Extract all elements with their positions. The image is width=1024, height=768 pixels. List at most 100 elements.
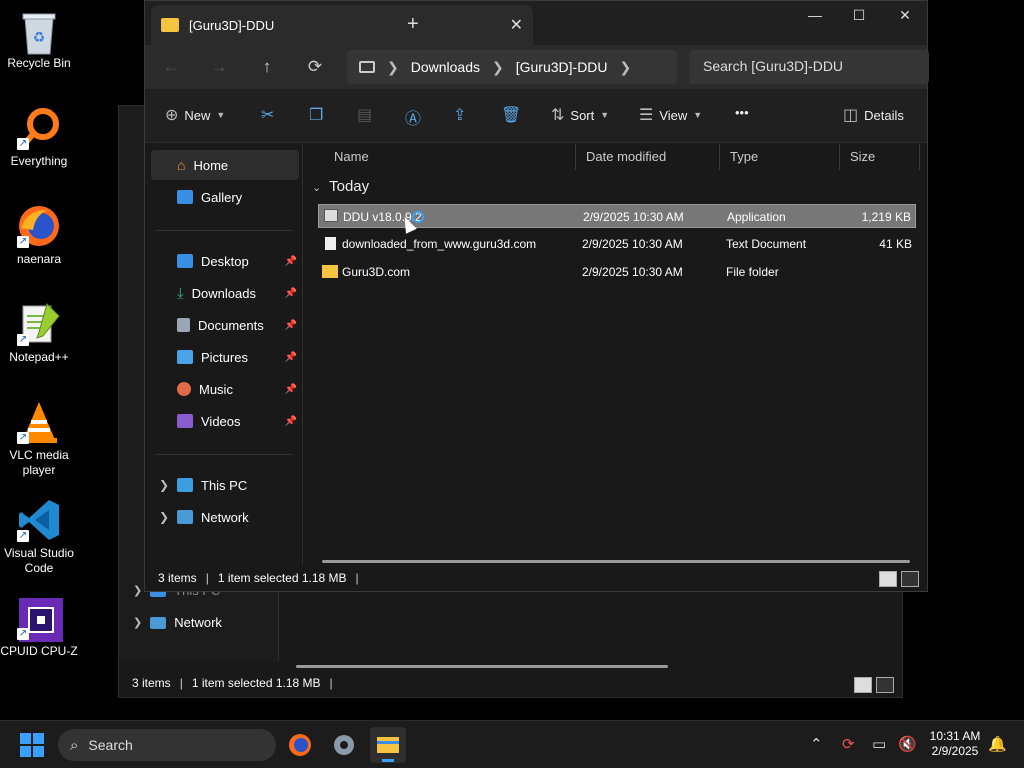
copy-button[interactable]: ❐: [309, 105, 323, 125]
share-button[interactable]: ⇪: [453, 105, 466, 125]
sidebar-item-downloads[interactable]: ⤓ Downloads 📌: [151, 278, 299, 308]
more-options-button[interactable]: •••: [735, 105, 749, 120]
cut-button[interactable]: ✂: [261, 105, 274, 125]
monitor-icon: [359, 61, 375, 73]
breadcrumb-expand-icon[interactable]: ❯: [620, 59, 632, 76]
file-list[interactable]: Name Date modified Type Size ⌄ Today DDU…: [304, 144, 927, 566]
group-header-today[interactable]: ⌄ Today: [312, 178, 369, 195]
title-bar: [Guru3D]-DDU ✕ + — ☐ ✕: [145, 1, 927, 45]
background-status-bar: 3 items | 1 item selected 1.18 MB |: [119, 669, 902, 697]
up-button[interactable]: ↑: [255, 57, 279, 77]
sync-alert-icon[interactable]: ⟳: [842, 735, 855, 753]
volume-muted-icon[interactable]: 🔇: [898, 735, 917, 753]
desktop-icon-notepad-plus-plus[interactable]: ↗ Notepad++: [0, 302, 78, 365]
shortcut-arrow-icon: ↗: [17, 530, 29, 542]
sidebar-item-gallery[interactable]: Gallery: [151, 182, 299, 212]
sort-button[interactable]: ⇅ Sort ▼: [551, 105, 609, 125]
sidebar-item-home[interactable]: ⌂ Home: [151, 150, 299, 180]
network-status-icon[interactable]: ▭: [872, 735, 886, 753]
desktop-icon-vlc[interactable]: ↗ VLC media player: [0, 400, 78, 478]
command-bar: ⊕ New ▼ ✂ ❐ ▤ Ⓐ ⇪ 🗑 ⇅ Sort ▼ ☰ View ▼ ••…: [145, 89, 927, 143]
music-icon: [177, 382, 191, 396]
sidebar-item-documents[interactable]: Documents 📌: [151, 310, 299, 340]
horizontal-scrollbar[interactable]: [322, 560, 910, 563]
sidebar-item-music[interactable]: Music 📌: [151, 374, 299, 404]
clipboard-icon: ▤: [357, 107, 373, 124]
taskbar-search-box[interactable]: ⌕ Search: [58, 729, 276, 761]
sidebar-item-pictures[interactable]: Pictures 📌: [151, 342, 299, 372]
folder-icon: [161, 18, 179, 32]
desktop-icon-everything[interactable]: ↗ Everything: [0, 106, 78, 169]
desktop-icon-naenara[interactable]: ↗ naenara: [0, 204, 78, 267]
background-horizontal-scrollbar[interactable]: [296, 665, 668, 668]
pin-icon: 📌: [284, 319, 297, 331]
shortcut-arrow-icon: ↗: [17, 138, 29, 150]
sidebar-item-videos[interactable]: Videos 📌: [151, 406, 299, 436]
rename-button[interactable]: Ⓐ: [405, 105, 421, 129]
desktop-icon: [177, 254, 193, 268]
desktop-icon-vscode[interactable]: ↗ Visual Studio Code: [0, 498, 78, 576]
vscode-icon: ↗: [17, 498, 61, 542]
taskbar-file-explorer[interactable]: [370, 727, 406, 763]
column-header-name[interactable]: Name: [324, 144, 576, 170]
sidebar-item-this-pc[interactable]: ❯ This PC: [151, 470, 299, 500]
documents-icon: [177, 318, 190, 332]
network-icon: [177, 510, 193, 524]
breadcrumb-guru3d-ddu[interactable]: [Guru3D]-DDU: [516, 59, 608, 75]
file-explorer-icon: [377, 737, 399, 762]
table-row[interactable]: Guru3D.com 2/9/2025 10:30 AM File folder: [318, 260, 916, 284]
forward-button[interactable]: →: [207, 57, 231, 77]
table-row[interactable]: downloaded_from_www.guru3d.com 2/9/2025 …: [318, 232, 916, 256]
view-buttons: [879, 571, 919, 587]
text-document-icon: [325, 237, 336, 250]
start-button[interactable]: [20, 733, 44, 757]
system-clock[interactable]: 10:31 AM 2/9/2025: [920, 729, 990, 759]
column-header-type[interactable]: Type: [720, 144, 840, 170]
view-button[interactable]: ☰ View ▼: [639, 105, 702, 125]
close-tab-button[interactable]: ✕: [510, 15, 523, 35]
cpuz-icon: ↗: [17, 596, 63, 642]
paste-button[interactable]: ▤: [357, 105, 372, 125]
chevron-right-icon[interactable]: ❯: [159, 510, 169, 524]
chevron-down-icon: ▼: [693, 110, 703, 120]
column-header-date[interactable]: Date modified: [576, 144, 720, 170]
breadcrumb[interactable]: ❯ Downloads ❯ [Guru3D]-DDU ❯: [347, 50, 677, 84]
explorer-window[interactable]: [Guru3D]-DDU ✕ + — ☐ ✕ ← → ↑ ⟳ ❯ Downloa…: [144, 0, 929, 592]
delete-button[interactable]: 🗑: [501, 105, 521, 125]
show-hidden-icons-button[interactable]: ⌃: [810, 735, 823, 753]
search-input[interactable]: Search [Guru3D]-DDU: [689, 50, 929, 84]
chevron-right-icon[interactable]: ❯: [159, 478, 169, 492]
taskbar-firefox[interactable]: [282, 727, 318, 763]
sidebar-item-desktop[interactable]: Desktop 📌: [151, 246, 299, 276]
tab-guru3d-ddu[interactable]: [Guru3D]-DDU ✕: [151, 5, 533, 45]
shortcut-arrow-icon: ↗: [17, 628, 29, 640]
this-pc-icon: [177, 478, 193, 492]
maximize-button[interactable]: ☐: [839, 7, 879, 24]
videos-icon: [177, 414, 193, 428]
refresh-button[interactable]: ⟳: [303, 57, 327, 77]
taskbar-settings[interactable]: [326, 727, 362, 763]
background-nav-network[interactable]: ❯ Network: [133, 615, 222, 630]
details-view-button[interactable]: [879, 571, 897, 587]
new-button[interactable]: ⊕ New ▼: [165, 105, 225, 125]
taskbar: ⌕ Search ⌃ ⟳ ▭ 🔇 10:31 AM 2/9/2025 🔔: [0, 720, 1024, 768]
breadcrumb-downloads[interactable]: Downloads: [411, 59, 480, 75]
close-window-button[interactable]: ✕: [885, 7, 925, 24]
tiles-view-button[interactable]: [901, 571, 919, 587]
home-icon: ⌂: [177, 157, 186, 173]
tiles-view-button[interactable]: [876, 677, 894, 693]
address-bar-row: ← → ↑ ⟳ ❯ Downloads ❯ [Guru3D]-DDU ❯ Sea…: [145, 45, 929, 89]
breadcrumb-separator-icon: ❯: [492, 58, 504, 75]
back-button[interactable]: ←: [159, 57, 183, 77]
notification-bell-icon[interactable]: 🔔: [988, 735, 1007, 753]
pictures-icon: [177, 350, 193, 364]
desktop-icon-recycle-bin[interactable]: ♻ Recycle Bin: [0, 8, 78, 71]
desktop-icon-cpuz[interactable]: ↗ CPUID CPU-Z: [0, 596, 78, 659]
pin-icon: 📌: [284, 383, 297, 395]
new-tab-button[interactable]: +: [407, 13, 419, 36]
column-header-size[interactable]: Size: [840, 144, 920, 170]
minimize-button[interactable]: —: [795, 7, 835, 23]
sidebar-item-network[interactable]: ❯ Network: [151, 502, 299, 532]
details-pane-button[interactable]: ◫ Details: [843, 105, 904, 125]
details-view-button[interactable]: [854, 677, 872, 693]
